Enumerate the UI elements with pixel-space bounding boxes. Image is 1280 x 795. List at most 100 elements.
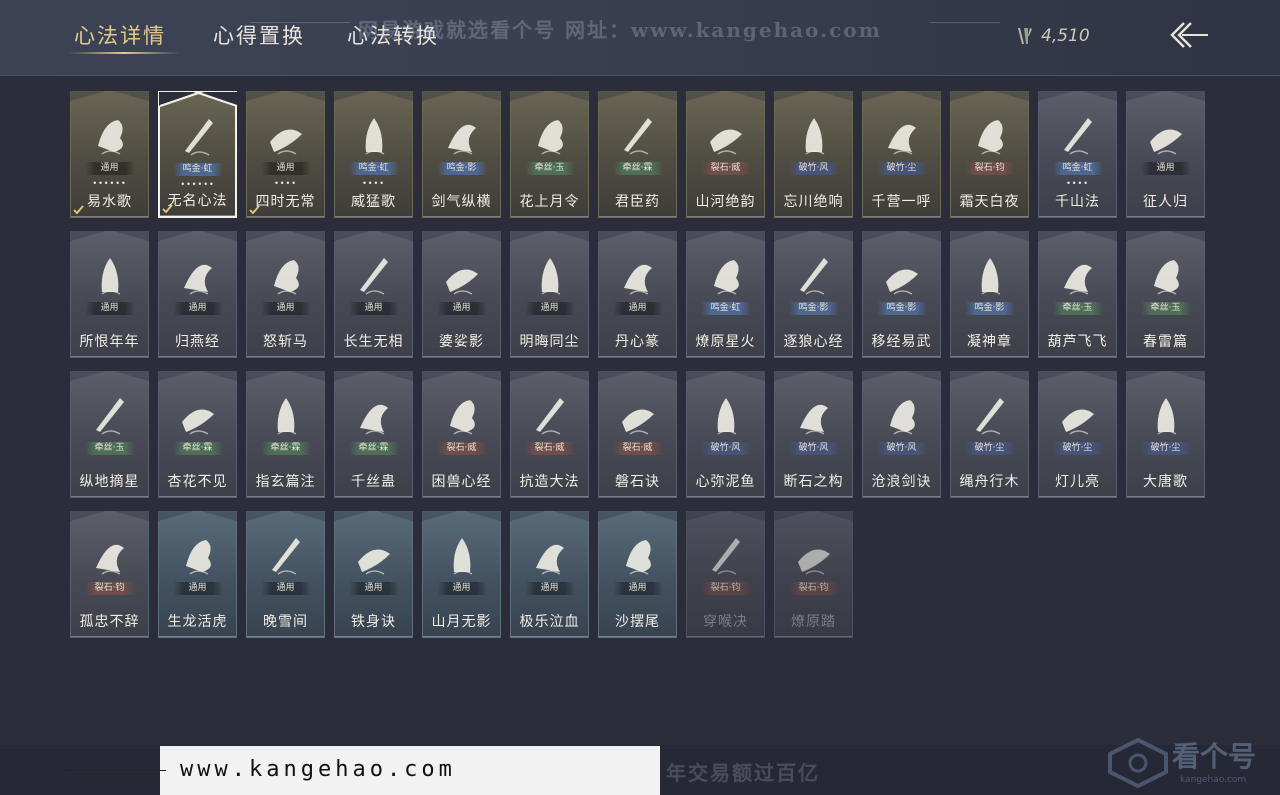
xinfa-emblem-icon [360,404,388,435]
xinfa-card[interactable]: 破竹·尘 大唐歌 [1126,371,1205,498]
xinfa-emblem-icon [96,544,124,575]
xinfa-emblem-icon [446,269,478,295]
card-level-dots: •••• [274,179,297,188]
card-school-tag: 牵丝·霖 [348,442,399,455]
xinfa-card[interactable]: 破竹·尘 绳舟行木 [950,371,1029,498]
xinfa-card[interactable]: 裂石·钧 霜天白夜 [950,91,1029,218]
card-school-tag: 通用 [172,582,223,595]
xinfa-card[interactable]: 通用 沙摆尾 [598,511,677,638]
card-name: 葫芦飞飞 [1047,334,1108,350]
xinfa-card[interactable]: 裂石·威磐石诀 [598,371,677,498]
card-school-tag: 裂石·威 [612,442,663,455]
xinfa-card[interactable]: 通用 铁身诀 [334,511,413,638]
xinfa-emblem-icon [450,400,475,435]
card-name: 春雷篇 [1143,334,1188,350]
xinfa-emblem-icon [270,129,302,155]
xinfa-emblem-icon [182,409,214,435]
xinfa-card[interactable]: 牵丝·霖 君臣药 [598,91,677,218]
card-name: 征人归 [1143,194,1188,210]
card-school-tag: 破竹·风 [788,442,839,455]
card-name: 千山法 [1055,194,1100,210]
xinfa-emblem-icon [536,398,564,435]
xinfa-card[interactable]: 鸣金·虹 •••• 千山法 [1038,91,1117,218]
xinfa-emblem-icon [886,269,918,295]
xinfa-card[interactable]: 牵丝·霖 杏花不见 [158,371,237,498]
xinfa-emblem-icon [185,119,213,156]
xinfa-card[interactable]: 牵丝·霖 千丝蛊 [334,371,413,498]
xinfa-card[interactable]: 裂石·威 困兽心经 [422,371,501,498]
logo-subtext: kangehao.com [1180,775,1247,785]
card-school-tag: 牵丝·霖 [612,162,663,175]
card-school-tag: 通用 [612,302,663,315]
xinfa-card[interactable]: 裂石·威 山河绝韵 [686,91,765,218]
card-school-tag: 牵丝·玉 [1052,302,1103,315]
xinfa-card[interactable]: 鸣金·虹 燎原星火 [686,231,765,358]
xinfa-card[interactable]: 破竹·尘 千营一呼 [862,91,941,218]
xinfa-card[interactable]: 裂石·钧 燎原踏 [774,511,853,638]
xinfa-card[interactable]: 通用 •••••• 易水歌 [70,91,149,218]
back-arrow-icon [1170,22,1208,48]
xinfa-emblem-icon [712,538,740,575]
xinfa-card[interactable]: 牵丝·玉葫芦飞飞 [1038,231,1117,358]
xinfa-emblem-icon [101,258,121,295]
xinfa-card[interactable]: 裂石·钧 穿喉决 [686,511,765,638]
card-school-tag: 通用 [1140,162,1191,175]
tab-xinfa-details[interactable]: 心法详情 [74,20,166,50]
xinfa-card[interactable]: 通用 长生无相 [334,231,413,358]
xinfa-card[interactable]: 裂石·威 抗造大法 [510,371,589,498]
xinfa-card[interactable]: 鸣金·影 移经易武 [862,231,941,358]
xinfa-card[interactable]: 牵丝·玉纵地摘星 [70,371,149,498]
xinfa-card[interactable]: 通用 极乐泣血 [510,511,589,638]
active-tab-underline [68,52,180,54]
xinfa-emblem-icon [890,400,915,435]
card-school-tag: 裂石·威 [524,442,575,455]
xinfa-card[interactable]: 通用 晚雪间 [246,511,325,638]
footer-url: www.kangehao.com [180,757,456,782]
xinfa-emblem-icon [1064,264,1092,295]
xinfa-card[interactable]: 破竹·风 沧浪剑诀 [862,371,941,498]
card-name: 所恨年年 [79,334,140,350]
xinfa-card[interactable]: 鸣金·影 凝神章 [950,231,1029,358]
xinfa-emblem-icon [365,118,385,155]
back-button[interactable] [1164,18,1212,52]
xinfa-card[interactable]: 牵丝·玉 花上月令 [510,91,589,218]
xinfa-card[interactable]: 破竹·风 忘川绝响 [774,91,853,218]
card-name: 燎原踏 [791,614,836,630]
xinfa-card[interactable]: 通用 征人归 [1126,91,1205,218]
xinfa-emblem-icon [98,120,123,155]
xinfa-emblem-icon [981,258,1001,295]
card-name: 磐石诀 [615,474,660,490]
card-school-tag: 牵丝·玉 [84,442,135,455]
xinfa-card[interactable]: 破竹·风 断石之构 [774,371,853,498]
currency-value: 4,510 [1041,26,1090,46]
xinfa-grid: 通用 •••••• 易水歌 鸣金·虹 •••••• 无名心法 通用 •••• 四时无常 鸣金·虹 •… [70,91,1210,641]
xinfa-card[interactable]: 鸣金·虹 •••••• 无名心法 [158,91,238,218]
tab-xinde-exchange[interactable]: 心得置换 [213,20,305,50]
xinfa-card[interactable]: 通用 明晦同尘 [510,231,589,358]
xinfa-card[interactable]: 鸣金·影 剑气纵横 [422,91,501,218]
xinfa-card[interactable]: 鸣金·虹 •••• 威猛歌 [334,91,413,218]
xinfa-emblem-icon [1150,129,1182,155]
xinfa-emblem-icon [626,540,651,575]
xinfa-card[interactable]: 破竹·风 心弥泥鱼 [686,371,765,498]
xinfa-card[interactable]: 裂石·钧 孤忠不辞 [70,511,149,638]
xinfa-card[interactable]: 通用 生龙活虎 [158,511,237,638]
watermark-line-left [250,22,350,23]
xinfa-card[interactable]: 鸣金·影逐狼心经 [774,231,853,358]
card-name: 铁身诀 [351,614,396,630]
xinfa-card[interactable]: 通用 山月无影 [422,511,501,638]
card-school-tag: 鸣金·影 [876,302,927,315]
xinfa-card[interactable]: 通用 怒斩马 [246,231,325,358]
card-school-tag: 鸣金·影 [788,302,839,315]
xinfa-card[interactable]: 通用 •••• 四时无常 [246,91,325,218]
xinfa-card[interactable]: 牵丝·玉 春雷篇 [1126,231,1205,358]
xinfa-card[interactable]: 通用 婆娑影 [422,231,501,358]
xinfa-card[interactable]: 通用 所恨年年 [70,231,149,358]
card-name: 逐狼心经 [783,334,844,350]
xinfa-card[interactable]: 破竹·尘 灯儿亮 [1038,371,1117,498]
xinfa-card[interactable]: 通用 丹心篆 [598,231,677,358]
xinfa-card[interactable]: 通用 归燕经 [158,231,237,358]
card-school-tag: 通用 [524,302,575,315]
card-name: 纵地摘星 [79,474,140,490]
xinfa-card[interactable]: 牵丝·霖 指玄篇注 [246,371,325,498]
